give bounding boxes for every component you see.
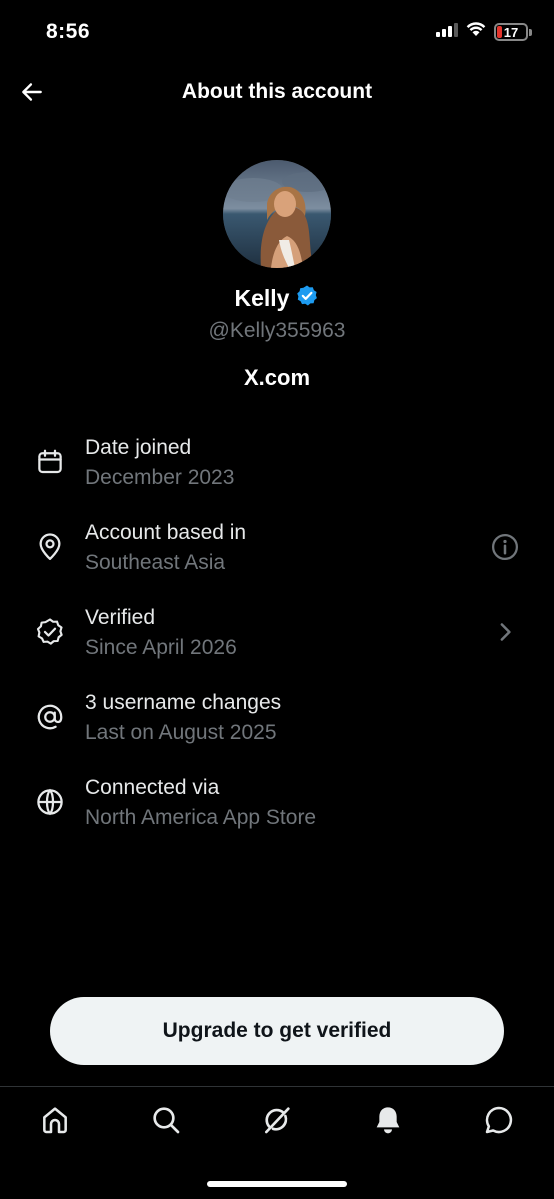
grok-icon xyxy=(261,1104,293,1141)
account-info-list: Date joined December 2023 Account based … xyxy=(0,430,554,855)
home-icon xyxy=(39,1104,71,1141)
connected-via-title: Connected via xyxy=(85,776,220,799)
battery-icon: 17 xyxy=(494,23,532,41)
status-bar: 8:56 17 xyxy=(0,0,554,66)
top-bar: About this account xyxy=(0,66,554,122)
cellular-signal-icon xyxy=(436,22,458,42)
connected-via-value: North America App Store xyxy=(85,806,317,829)
status-icons: 17 xyxy=(436,22,532,42)
upgrade-button[interactable]: Upgrade to get verified xyxy=(50,997,504,1065)
name-row: Kelly xyxy=(0,284,554,313)
status-time: 8:56 xyxy=(46,20,91,43)
avatar[interactable] xyxy=(223,160,331,268)
location-pin-icon xyxy=(35,532,65,562)
chevron-right-icon[interactable] xyxy=(490,617,520,647)
nav-search[interactable] xyxy=(138,1094,194,1150)
nav-messages[interactable] xyxy=(471,1094,527,1150)
display-name: Kelly xyxy=(234,285,290,311)
site-label: X.com xyxy=(243,365,311,390)
handle: @Kelly355963 xyxy=(208,319,346,342)
nav-home[interactable] xyxy=(27,1094,83,1150)
verified-outline-icon xyxy=(35,617,65,647)
verified-badge-icon xyxy=(295,284,319,313)
bottom-nav xyxy=(0,1087,554,1157)
nav-notifications[interactable] xyxy=(360,1094,416,1150)
verified-title: Verified xyxy=(85,606,156,629)
info-row-username-changes: 3 username changes Last on August 2025 xyxy=(0,685,554,770)
nav-grok[interactable] xyxy=(249,1094,305,1150)
account-based-in-value: Southeast Asia xyxy=(85,551,226,574)
info-row-date-joined: Date joined December 2023 xyxy=(0,430,554,515)
date-joined-title: Date joined xyxy=(85,436,192,459)
messages-icon xyxy=(483,1104,515,1141)
notifications-icon xyxy=(372,1104,404,1141)
date-joined-value: December 2023 xyxy=(85,466,235,489)
search-icon xyxy=(150,1104,182,1141)
info-row-connected-via: Connected via North America App Store xyxy=(0,770,554,855)
profile-section: Kelly @Kelly355963 X.com xyxy=(0,160,554,391)
info-icon[interactable] xyxy=(490,532,520,562)
info-row-verified[interactable]: Verified Since April 2026 xyxy=(0,600,554,685)
info-row-account-based-in: Account based in Southeast Asia xyxy=(0,515,554,600)
verified-value: Since April 2026 xyxy=(85,636,237,659)
account-based-in-title: Account based in xyxy=(85,521,247,544)
username-changes-title: 3 username changes xyxy=(85,691,282,714)
page-title: About this account xyxy=(181,80,373,103)
home-indicator xyxy=(207,1181,347,1187)
username-changes-value: Last on August 2025 xyxy=(85,721,277,744)
battery-level-text: 17 xyxy=(503,25,519,40)
globe-icon xyxy=(35,787,65,817)
calendar-icon xyxy=(35,447,65,477)
wifi-icon xyxy=(466,22,486,42)
at-sign-icon xyxy=(35,702,65,732)
